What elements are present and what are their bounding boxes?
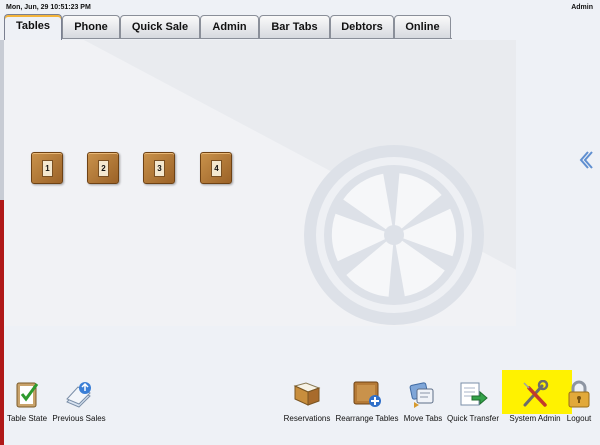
transfer-arrow-icon — [458, 380, 488, 408]
tab-phone[interactable]: Phone — [62, 15, 120, 39]
previous-sales-label: Previous Sales — [52, 414, 106, 423]
tab-bar-tabs[interactable]: Bar Tabs — [259, 15, 330, 39]
book-icon — [292, 380, 322, 408]
table-number: 2 — [98, 160, 109, 177]
table-button-2[interactable]: 2 — [87, 152, 119, 184]
padlock-icon — [566, 380, 592, 408]
table-floor-plan[interactable] — [4, 40, 516, 326]
move-tabs-button[interactable]: Move Tabs — [404, 380, 442, 423]
user-label: Admin — [571, 4, 593, 11]
quick-transfer-button[interactable]: Quick Transfer — [447, 380, 499, 423]
tab-debtors[interactable]: Debtors — [330, 15, 394, 39]
logout-label: Logout — [566, 414, 592, 423]
table-number: 3 — [154, 160, 165, 177]
rearrange-tables-button[interactable]: Rearrange Tables — [335, 380, 399, 423]
system-admin-button[interactable]: System Admin — [509, 379, 561, 423]
logout-button[interactable]: Logout — [566, 380, 592, 423]
tab-admin[interactable]: Admin — [200, 15, 259, 39]
quick-transfer-label: Quick Transfer — [446, 414, 500, 423]
wrench-screwdriver-icon — [520, 379, 550, 408]
tab-underline — [62, 38, 452, 39]
paper-stack-icon — [64, 380, 94, 408]
datetime-label: Mon, Jun, 29 10:51:23 PM — [6, 4, 91, 11]
tab-online[interactable]: Online — [394, 15, 451, 39]
lemon-watermark-icon — [304, 145, 484, 325]
cards-icon — [408, 380, 438, 408]
previous-sales-button[interactable]: Previous Sales — [52, 380, 106, 423]
table-number: 4 — [211, 160, 222, 177]
table-button-4[interactable]: 4 — [200, 152, 232, 184]
tab-quick-sale[interactable]: Quick Sale — [120, 15, 200, 39]
table-number: 1 — [42, 160, 53, 177]
move-tabs-label: Move Tabs — [403, 414, 443, 423]
reservations-label: Reservations — [283, 414, 331, 423]
system-admin-label: System Admin — [509, 414, 561, 423]
table-plus-icon — [352, 380, 382, 408]
table-button-1[interactable]: 1 — [31, 152, 63, 184]
tab-tables[interactable]: Tables — [4, 14, 62, 40]
table-state-label: Table State — [6, 414, 48, 423]
rearrange-tables-label: Rearrange Tables — [335, 414, 399, 423]
status-bar: Mon, Jun, 29 10:51:23 PM Admin — [0, 0, 600, 14]
clipboard-check-icon — [12, 380, 42, 408]
table-button-3[interactable]: 3 — [143, 152, 175, 184]
reservations-button[interactable]: Reservations — [284, 380, 330, 423]
table-state-button[interactable]: Table State — [7, 380, 47, 423]
collapse-chevron-icon[interactable] — [578, 150, 594, 170]
